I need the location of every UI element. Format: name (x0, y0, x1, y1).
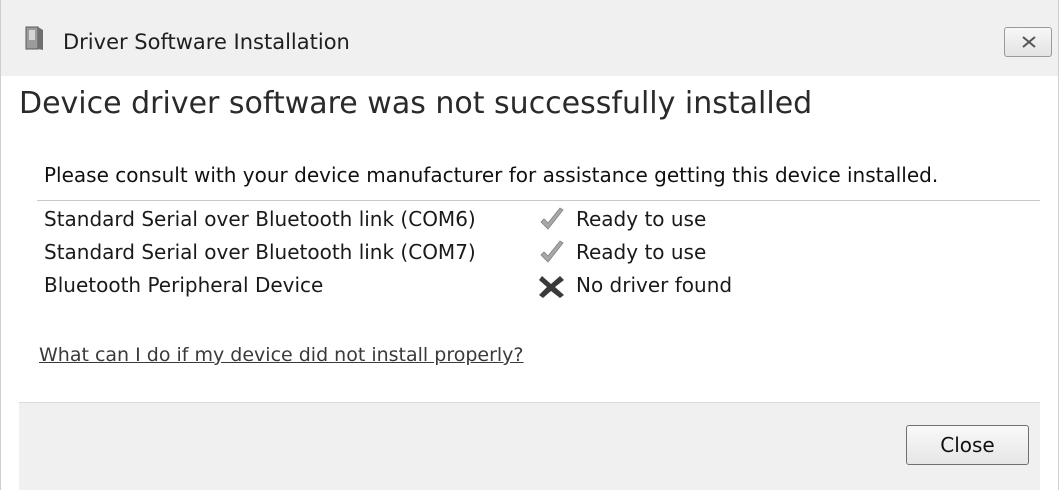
window-title: Driver Software Installation (63, 30, 350, 54)
window-close-button[interactable] (1004, 27, 1052, 57)
footer-bar: Close (19, 402, 1040, 490)
close-button[interactable]: Close (906, 425, 1029, 465)
divider (37, 200, 1040, 201)
instruction-text: Please consult with your device manufact… (44, 163, 939, 187)
device-name: Standard Serial over Bluetooth link (COM… (44, 207, 476, 231)
device-status: No driver found (576, 273, 733, 297)
installer-icon (23, 24, 47, 52)
device-status: Ready to use (576, 207, 707, 231)
x-icon (537, 273, 567, 299)
dialog-window: Driver Software Installation Device driv… (0, 0, 1059, 490)
close-icon (1022, 36, 1036, 48)
check-icon (537, 240, 567, 266)
check-icon (537, 207, 567, 233)
device-name: Bluetooth Peripheral Device (44, 273, 324, 297)
device-name: Standard Serial over Bluetooth link (COM… (44, 240, 476, 264)
title-bar[interactable]: Driver Software Installation (1, 0, 1058, 76)
help-link[interactable]: What can I do if my device did not insta… (39, 344, 524, 366)
page-title: Device driver software was not successfu… (19, 86, 813, 121)
device-status: Ready to use (576, 240, 707, 264)
